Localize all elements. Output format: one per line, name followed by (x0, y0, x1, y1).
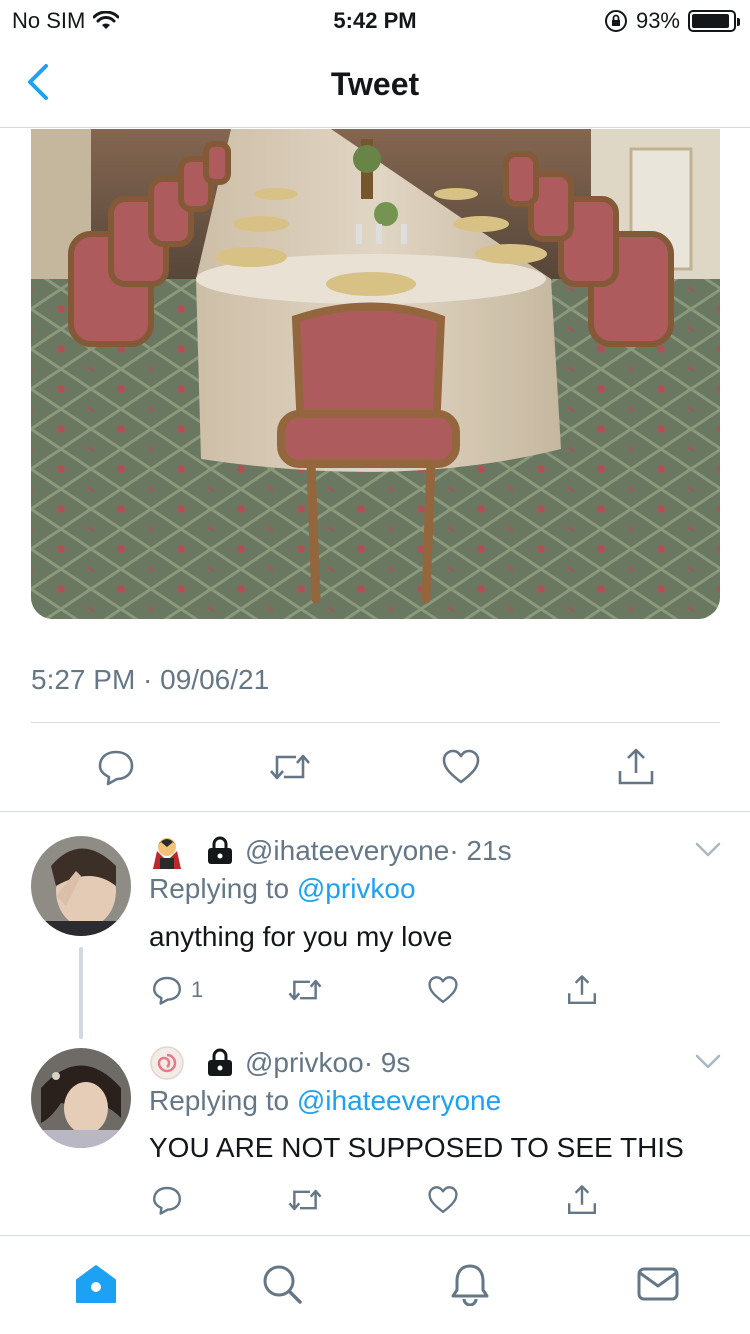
orientation-lock-icon (604, 10, 627, 32)
chevron-down-icon[interactable] (694, 840, 722, 860)
heart-icon (428, 1186, 458, 1214)
reply-time: · 9s (363, 1047, 411, 1078)
page-title: Tweet (330, 66, 420, 102)
share-icon (568, 1185, 596, 1214)
share-button[interactable] (614, 745, 658, 789)
lock-icon (208, 1048, 232, 1076)
reply-text: YOU ARE NOT SUPPOSED TO SEE THIS (149, 1132, 684, 1163)
tab-messages[interactable] (634, 1260, 682, 1308)
heart-icon (428, 976, 458, 1004)
reply-action-bar: 1 (0, 972, 750, 1012)
retweet-icon (288, 979, 322, 1001)
retweet-button[interactable] (287, 1182, 323, 1218)
share-button[interactable] (566, 972, 598, 1008)
reply-button[interactable]: 1 (151, 972, 203, 1008)
like-button[interactable] (427, 972, 459, 1008)
tweet-image[interactable] (31, 129, 720, 619)
reply-handle[interactable]: @ihateeveryone (245, 835, 449, 867)
vampire-emoji-icon (153, 838, 181, 869)
replying-to: Replying to @ihateeveryone (149, 1085, 501, 1117)
reply-button[interactable] (151, 1182, 183, 1218)
retweet-button[interactable] (287, 972, 323, 1008)
tweet-timestamp: 5:27 PM · 09/06/21 (31, 664, 270, 695)
tab-search[interactable] (258, 1260, 306, 1308)
search-icon (263, 1265, 302, 1304)
battery-fill (692, 14, 730, 28)
avatar[interactable] (31, 1048, 131, 1148)
chevron-down-icon[interactable] (694, 1052, 722, 1072)
avatar-image (31, 836, 131, 936)
comment-icon (153, 976, 181, 1005)
heart-icon (442, 749, 480, 784)
tab-notifications[interactable] (446, 1260, 494, 1308)
reply-handle[interactable]: @privkoo (245, 1047, 364, 1079)
reply-count: 1 (191, 977, 204, 1002)
tweet-action-bar (0, 745, 750, 793)
battery-icon (688, 10, 740, 32)
avatar-image (31, 1048, 131, 1148)
replying-mention[interactable]: @privkoo (297, 873, 416, 904)
reply-action-bar (0, 1182, 750, 1222)
replying-prefix: Replying to (149, 1085, 290, 1116)
home-icon (76, 1265, 116, 1303)
share-icon (618, 748, 654, 785)
avatar[interactable] (31, 836, 131, 936)
tab-home[interactable] (72, 1260, 120, 1308)
nav-bar: Tweet (0, 40, 750, 128)
divider (31, 722, 720, 723)
share-icon (568, 975, 596, 1004)
reply-button[interactable] (94, 745, 138, 789)
fish-cake-emoji-icon (150, 1046, 184, 1080)
retweet-icon (288, 1189, 322, 1211)
replying-prefix: Replying to (149, 873, 290, 904)
reply-text: anything for you my love (149, 921, 453, 952)
replying-to: Replying to @privkoo (149, 873, 416, 905)
dining-room-photo (31, 129, 720, 619)
retweet-button[interactable] (268, 745, 312, 789)
share-button[interactable] (566, 1182, 598, 1218)
battery-tip (737, 18, 740, 26)
lock-icon (208, 836, 232, 864)
reply-header: @privkoo · 9s (149, 1045, 410, 1081)
comment-icon (153, 1186, 181, 1215)
like-button[interactable] (439, 745, 483, 789)
bell-icon (451, 1264, 489, 1306)
retweet-icon (270, 754, 310, 780)
reply-header: @ihateeveryone · 21s (149, 833, 512, 869)
divider (0, 811, 750, 812)
battery-percent: 93% (635, 8, 680, 33)
reply-time: · 21s (449, 835, 512, 866)
status-right: 93% (604, 8, 740, 34)
like-button[interactable] (427, 1182, 459, 1218)
status-bar: No SIM 5:42 PM 93% (0, 0, 750, 40)
comment-icon (98, 750, 134, 786)
tab-bar (0, 1236, 750, 1334)
replying-mention[interactable]: @ihateeveryone (297, 1085, 501, 1116)
mail-icon (637, 1267, 679, 1301)
